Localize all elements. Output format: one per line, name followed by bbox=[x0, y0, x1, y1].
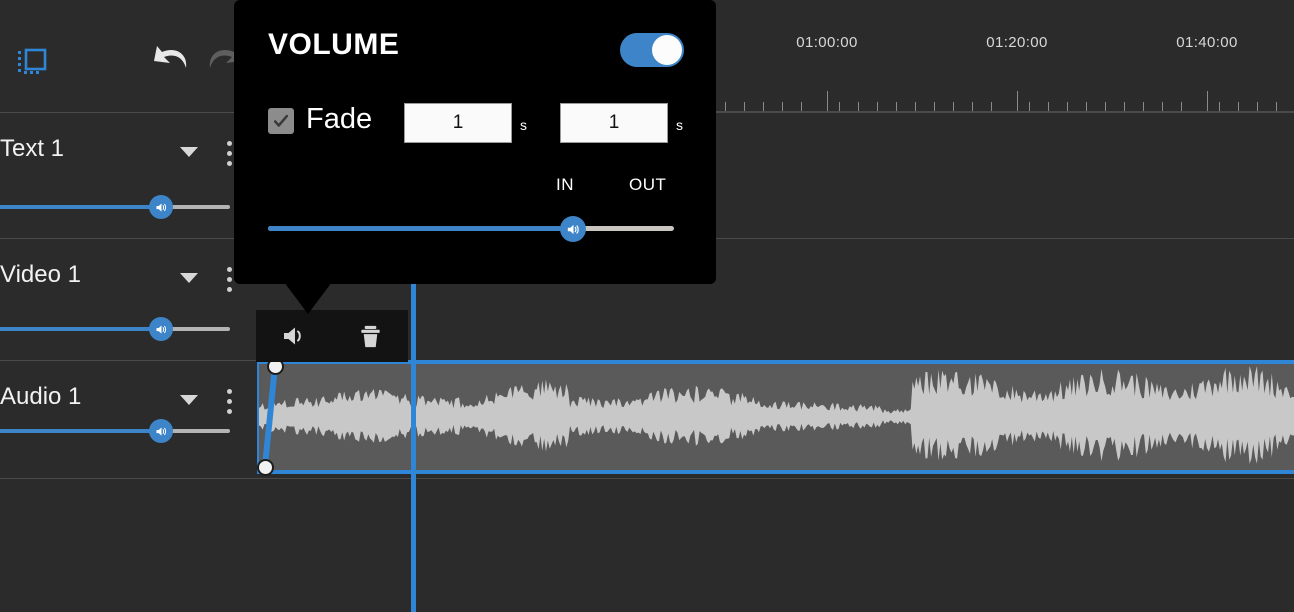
fade-in-label: IN bbox=[556, 175, 574, 195]
ruler-label: 01:40:00 bbox=[1176, 34, 1238, 51]
ruler-minor-tick bbox=[1086, 102, 1087, 111]
ruler-minor-tick bbox=[896, 102, 897, 111]
ruler-label: 01:00:00 bbox=[796, 34, 858, 51]
ruler-minor-tick bbox=[1105, 102, 1106, 111]
top-toolbar bbox=[0, 0, 260, 112]
slider-fill bbox=[0, 429, 161, 433]
track-name-label: Video 1 bbox=[0, 261, 81, 289]
ruler-minor-tick bbox=[972, 102, 973, 111]
ruler-minor-tick bbox=[953, 102, 954, 111]
video-editor-timeline: 01:00:00 01:20:00 01:40:00 Text 1 bbox=[0, 0, 1294, 612]
track-name-label: Audio 1 bbox=[0, 383, 81, 411]
ruler-minor-tick bbox=[782, 102, 783, 111]
more-options-icon[interactable] bbox=[227, 141, 233, 167]
crop-selection-icon[interactable] bbox=[16, 46, 48, 78]
ruler-minor-tick bbox=[839, 102, 840, 111]
fade-in-unit-label: s bbox=[520, 117, 527, 133]
fade-out-label: OUT bbox=[629, 175, 666, 195]
popup-title: VOLUME bbox=[268, 28, 399, 62]
fade-checkbox[interactable] bbox=[268, 108, 294, 134]
undo-icon[interactable] bbox=[150, 44, 192, 80]
toggle-knob bbox=[652, 35, 682, 65]
sidebar-empty-area bbox=[0, 478, 260, 612]
fade-label: Fade bbox=[306, 103, 372, 136]
ruler-major-tick bbox=[827, 91, 828, 111]
slider-fill bbox=[268, 226, 573, 231]
ruler-minor-tick bbox=[915, 102, 916, 111]
ruler-minor-tick bbox=[1048, 102, 1049, 111]
ruler-minor-tick bbox=[744, 102, 745, 111]
ruler-minor-tick bbox=[1219, 102, 1220, 111]
ruler-minor-tick bbox=[1124, 102, 1125, 111]
fade-in-end-handle[interactable] bbox=[257, 459, 274, 476]
track-volume-slider[interactable] bbox=[0, 319, 230, 339]
more-options-icon[interactable] bbox=[227, 267, 233, 293]
track-volume-slider[interactable] bbox=[0, 197, 230, 217]
clip-delete-button[interactable] bbox=[332, 310, 408, 362]
popup-volume-slider[interactable] bbox=[268, 218, 674, 240]
ruler-minor-tick bbox=[877, 102, 878, 111]
ruler-minor-tick bbox=[991, 102, 992, 111]
ruler-minor-tick bbox=[858, 102, 859, 111]
ruler-minor-tick bbox=[1276, 102, 1277, 111]
slider-thumb[interactable] bbox=[560, 216, 586, 242]
track-name-label: Text 1 bbox=[0, 135, 64, 163]
chevron-down-icon[interactable] bbox=[180, 273, 198, 283]
clip-volume-button[interactable] bbox=[256, 310, 332, 362]
ruler-minor-tick bbox=[1067, 102, 1068, 111]
track-header-video-1[interactable]: Video 1 bbox=[0, 238, 260, 360]
checkmark-icon bbox=[272, 112, 290, 130]
ruler-label: 01:20:00 bbox=[986, 34, 1048, 51]
trash-icon bbox=[357, 323, 384, 350]
ruler-minor-tick bbox=[763, 102, 764, 111]
speaker-icon bbox=[154, 200, 169, 215]
speaker-icon bbox=[154, 322, 169, 337]
track-header-audio-1[interactable]: Audio 1 bbox=[0, 360, 260, 478]
track-volume-slider[interactable] bbox=[0, 421, 230, 441]
slider-fill bbox=[0, 327, 161, 331]
slider-thumb[interactable] bbox=[149, 195, 173, 219]
ruler-minor-tick bbox=[801, 102, 802, 111]
ruler-major-tick bbox=[1017, 91, 1018, 111]
slider-thumb[interactable] bbox=[149, 419, 173, 443]
track-header-text-1[interactable]: Text 1 bbox=[0, 112, 260, 238]
ruler-minor-tick bbox=[1181, 102, 1182, 111]
ruler-major-tick bbox=[1207, 91, 1208, 111]
more-options-icon[interactable] bbox=[227, 389, 233, 415]
speaker-icon bbox=[154, 424, 169, 439]
chevron-down-icon[interactable] bbox=[180, 395, 198, 405]
speaker-icon bbox=[565, 221, 582, 238]
speaker-icon bbox=[280, 322, 308, 350]
slider-fill bbox=[0, 205, 161, 209]
fade-out-input[interactable]: 1 bbox=[560, 103, 668, 143]
ruler-minor-tick bbox=[1257, 102, 1258, 111]
fade-out-unit-label: s bbox=[676, 117, 683, 133]
popup-tail bbox=[284, 282, 332, 314]
fade-in-input[interactable]: 1 bbox=[404, 103, 512, 143]
ruler-minor-tick bbox=[725, 102, 726, 111]
slider-thumb[interactable] bbox=[149, 317, 173, 341]
ruler-minor-tick bbox=[1238, 102, 1239, 111]
ruler-minor-tick bbox=[934, 102, 935, 111]
chevron-down-icon[interactable] bbox=[180, 147, 198, 157]
volume-popup: VOLUME Fade 1 s 1 s IN OUT bbox=[234, 0, 716, 284]
ruler-minor-tick bbox=[1143, 102, 1144, 111]
clip-context-toolbar bbox=[256, 310, 408, 362]
ruler-minor-tick bbox=[1029, 102, 1030, 111]
volume-enable-toggle[interactable] bbox=[620, 33, 684, 67]
ruler-minor-tick bbox=[1162, 102, 1163, 111]
